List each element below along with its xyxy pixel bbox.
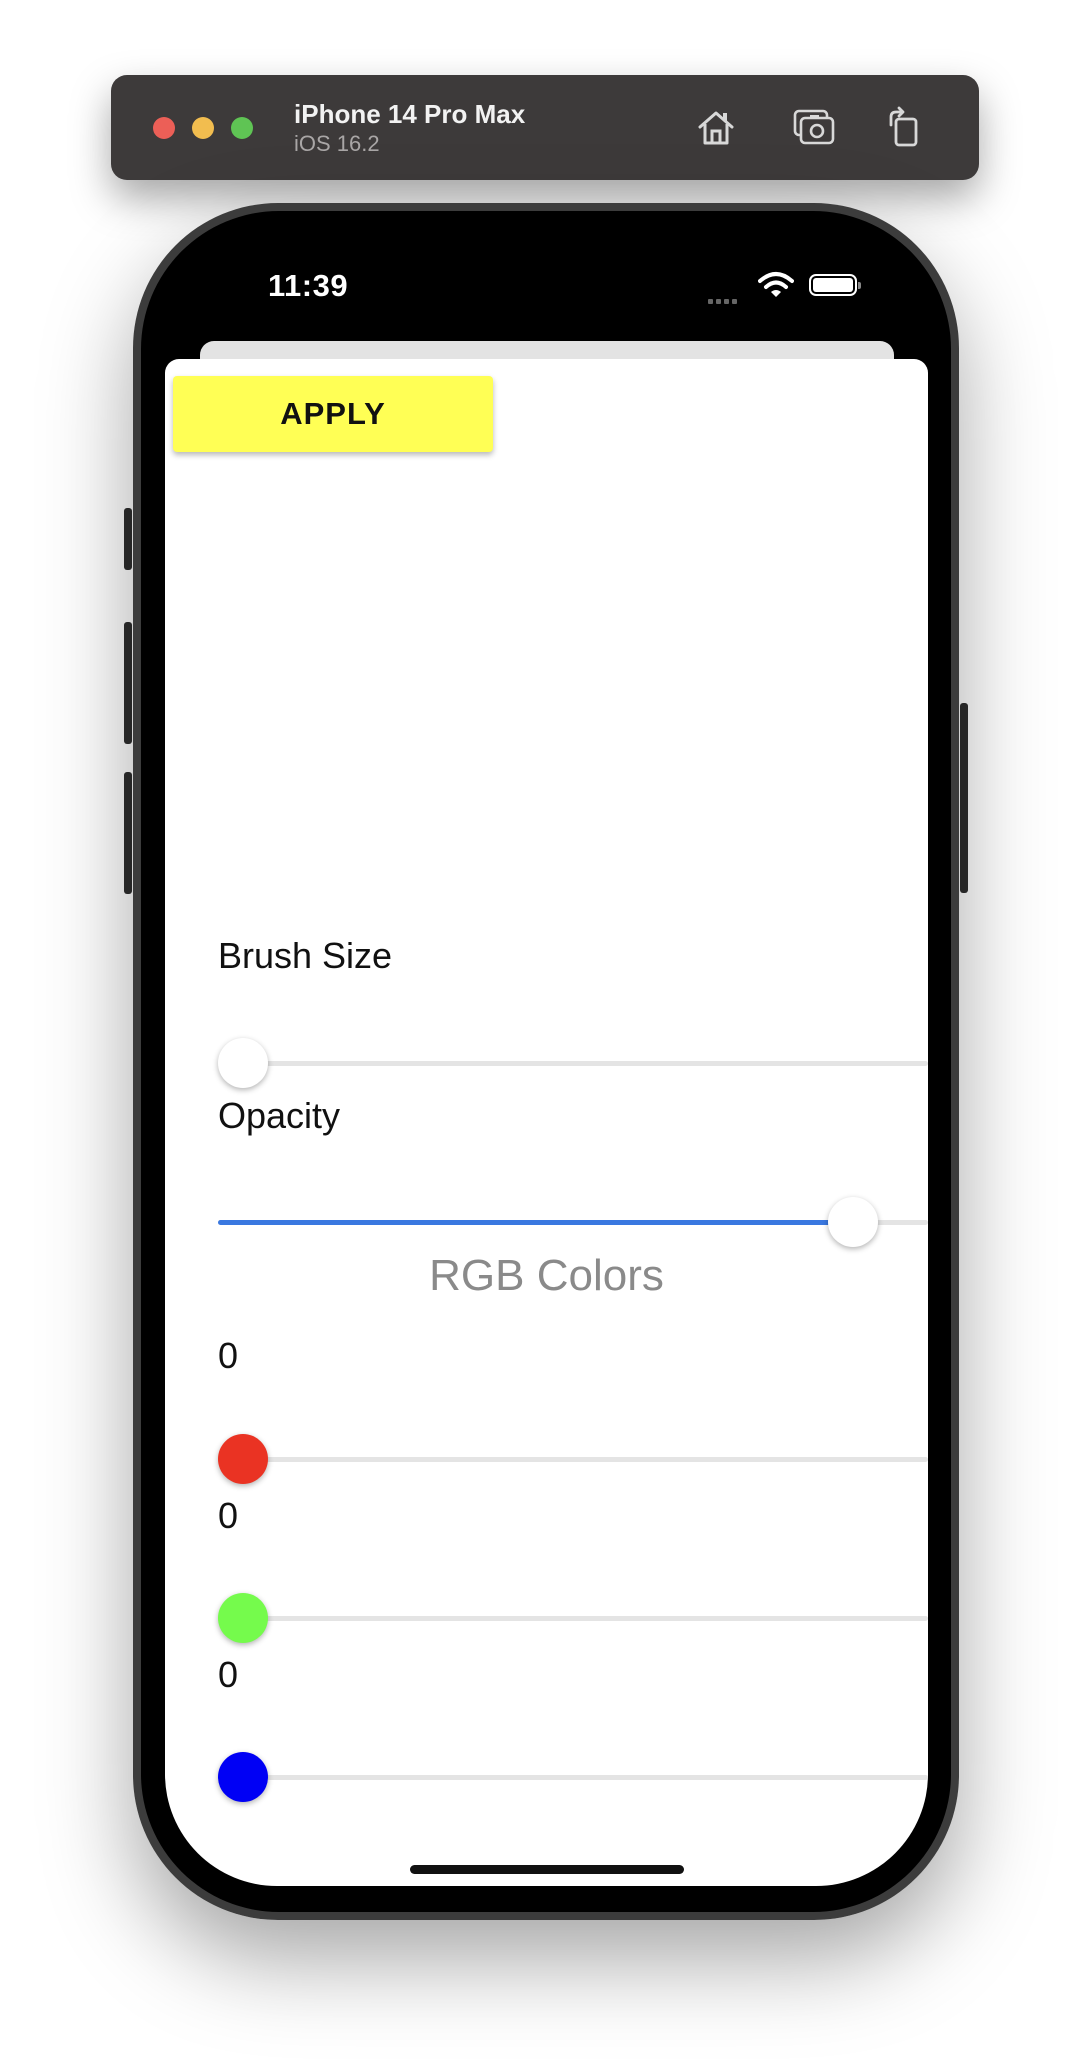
home-indicator[interactable] bbox=[410, 1865, 684, 1874]
rotate-icon[interactable] bbox=[883, 105, 927, 149]
rgb-colors-heading: RGB Colors bbox=[429, 1251, 664, 1300]
green-value-label: 0 bbox=[218, 1495, 239, 1536]
status-time: 11:39 bbox=[268, 268, 349, 303]
slider-track bbox=[218, 1457, 928, 1462]
apply-button[interactable]: APPLY bbox=[173, 376, 493, 452]
blue-slider[interactable] bbox=[218, 1752, 928, 1802]
zoom-window-button[interactable] bbox=[231, 117, 253, 139]
power-button bbox=[960, 703, 968, 893]
red-value-label: 0 bbox=[218, 1335, 239, 1376]
home-icon[interactable] bbox=[694, 105, 738, 149]
os-version: iOS 16.2 bbox=[294, 131, 380, 156]
brush-size-label: Brush Size bbox=[218, 935, 393, 976]
action-button bbox=[124, 508, 132, 570]
brush-size-slider[interactable] bbox=[218, 1038, 928, 1088]
slider-thumb[interactable] bbox=[218, 1434, 268, 1484]
minimize-window-button[interactable] bbox=[192, 117, 214, 139]
slider-thumb[interactable] bbox=[218, 1752, 268, 1802]
slider-track bbox=[218, 1775, 928, 1780]
slider-track bbox=[218, 1061, 928, 1066]
slider-thumb[interactable] bbox=[828, 1197, 878, 1247]
cellular-signal-icon bbox=[708, 291, 740, 309]
slider-track bbox=[218, 1616, 928, 1621]
opacity-label: Opacity bbox=[218, 1095, 341, 1136]
simulator-toolbar: iPhone 14 Pro Max iOS 16.2 bbox=[111, 75, 979, 180]
close-window-button[interactable] bbox=[153, 117, 175, 139]
battery-icon bbox=[809, 274, 861, 296]
volume-up-button bbox=[124, 622, 132, 744]
device-name: iPhone 14 Pro Max bbox=[294, 99, 526, 129]
volume-down-button bbox=[124, 772, 132, 894]
red-slider[interactable] bbox=[218, 1434, 928, 1484]
opacity-slider[interactable] bbox=[218, 1197, 928, 1247]
screenshot-icon[interactable] bbox=[792, 105, 836, 149]
blue-value-label: 0 bbox=[218, 1654, 239, 1695]
brush-settings-sheet: APPLY Brush Size Opacity RGB Colors 0 0 … bbox=[165, 359, 928, 1886]
wifi-icon bbox=[758, 272, 794, 297]
green-slider[interactable] bbox=[218, 1593, 928, 1643]
slider-thumb[interactable] bbox=[218, 1038, 268, 1088]
slider-fill bbox=[218, 1220, 876, 1225]
slider-thumb[interactable] bbox=[218, 1593, 268, 1643]
